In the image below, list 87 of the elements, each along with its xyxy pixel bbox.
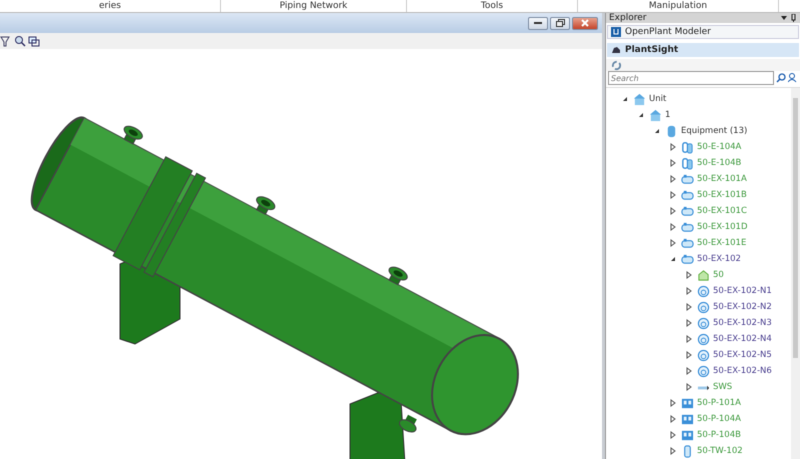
equipment-icon [665,124,678,138]
ribbon-group-label: Tools [407,0,578,12]
minimize-button[interactable] [528,16,548,30]
tree-item[interactable]: 50-E-104B [697,158,742,168]
tree-item[interactable]: 50-P-104A [697,414,741,424]
restore-icon [556,19,564,27]
tree-item[interactable]: 50-EX-102-N3 [713,318,772,328]
vessel-icon [681,252,694,266]
refresh-icon[interactable] [611,60,622,70]
expand-arrow-icon[interactable] [684,286,694,296]
expand-arrow-icon[interactable] [668,398,678,408]
expand-arrow-icon[interactable] [668,158,678,168]
pump-icon [681,396,694,410]
tree-item[interactable]: 50-P-101A [697,398,741,408]
pump-icon [681,428,694,442]
section-header[interactable]: OpenPlant Modeler [607,25,799,39]
pump-icon [681,412,694,426]
expand-arrow-icon[interactable] [668,142,678,152]
panel-title: Explorer [609,13,646,23]
tree-item[interactable]: 50 [713,270,724,280]
tree-item[interactable]: 50-EX-101A [697,174,747,184]
tree-item[interactable]: 50-EX-101E [697,238,746,248]
view-tool-icon[interactable] [0,35,12,47]
tree-item[interactable]: 50-E-104A [697,142,742,152]
tree-item[interactable]: 50-EX-102 [697,254,741,264]
expand-arrow-icon[interactable] [668,190,678,200]
expand-arrow-icon[interactable] [668,238,678,248]
nozzle-icon [697,332,710,346]
tree-item[interactable]: 50-EX-102-N1 [713,286,772,296]
exchanger-icon [681,140,694,154]
minimize-icon [534,22,542,24]
nozzle-icon [697,348,710,362]
component-icon [697,268,710,282]
vessel-icon [681,188,694,202]
user-search-icon[interactable] [788,73,798,83]
tree-item[interactable]: 50-EX-101B [697,190,747,200]
tree-item[interactable]: 1 [665,110,670,120]
unit-icon [649,108,662,122]
vessel-icon [681,172,694,186]
ribbon-group-label: Piping Network [221,0,407,12]
expand-arrow-icon[interactable] [668,206,678,216]
pin-icon[interactable] [781,14,797,22]
expand-arrow-icon[interactable] [668,174,678,184]
tree-item[interactable]: 50-TW-102 [697,446,743,456]
vessel-icon [681,204,694,218]
search-field[interactable]: Search [608,71,774,85]
tree-item[interactable]: 50-EX-102-N4 [713,334,772,344]
app-icon [611,27,621,37]
nozzle-icon [697,364,710,378]
tree-item[interactable]: SWS [713,382,732,392]
expand-arrow-icon[interactable] [684,382,694,392]
nozzle-icon [697,300,710,314]
tree-item[interactable]: 50-EX-101C [697,206,747,216]
section-header[interactable]: PlantSight [607,43,799,57]
tree-item[interactable]: 50-EX-102-N5 [713,350,772,360]
vessel-icon [681,220,694,234]
tree-item[interactable]: Equipment (13) [681,126,748,136]
close-icon [581,19,589,27]
tower-icon [681,444,694,458]
expand-arrow-icon[interactable] [684,350,694,360]
expand-arrow-icon[interactable] [684,366,694,376]
expand-arrow-icon[interactable] [684,302,694,312]
expand-arrow-icon[interactable] [684,270,694,280]
search-icon[interactable] [776,73,786,83]
expand-arrow-icon[interactable] [668,222,678,232]
close-button[interactable] [572,16,598,30]
view-tool-icon[interactable] [28,35,40,47]
expand-arrow-icon[interactable] [668,446,678,456]
tree-item[interactable]: 50-EX-102-N2 [713,302,772,312]
restore-button[interactable] [550,16,570,30]
ribbon-group-label: eries [0,0,221,12]
tree-item[interactable]: 50-EX-102-N6 [713,366,772,376]
vessel-icon [681,236,694,250]
tree-item[interactable]: 50-EX-101D [697,222,748,232]
ribbon-group-label: Manipulation [578,0,779,12]
scrollbar[interactable] [791,88,800,459]
unit-icon [633,92,646,106]
nozzle-icon [697,316,710,330]
tree-item[interactable]: Unit [649,94,666,104]
view-tool-icon[interactable] [14,35,26,47]
expand-arrow-icon[interactable] [668,414,678,424]
expand-arrow-icon[interactable] [684,334,694,344]
exchanger-icon [681,156,694,170]
tree-item[interactable]: 50-P-104B [697,430,741,440]
nozzle-icon [697,284,710,298]
expand-arrow-icon[interactable] [668,430,678,440]
expand-arrow-icon[interactable] [684,318,694,328]
